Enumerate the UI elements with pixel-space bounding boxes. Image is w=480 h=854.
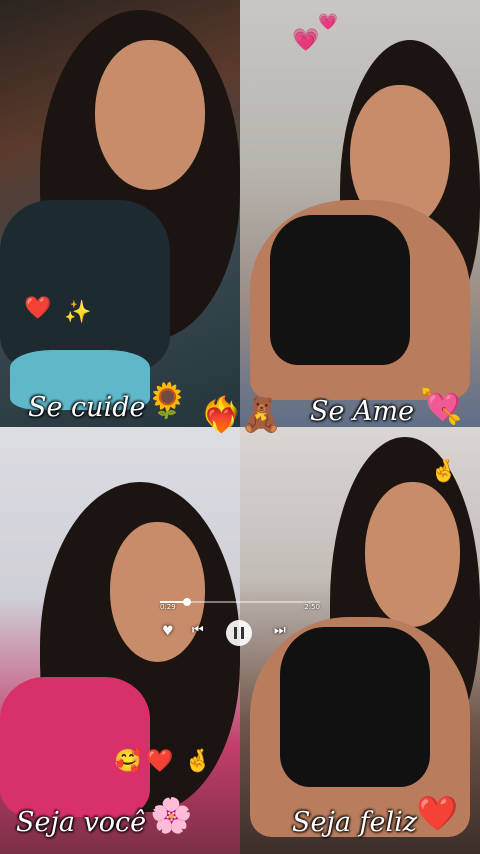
progress-knob[interactable] (183, 598, 192, 606)
progress-track[interactable] (160, 598, 320, 606)
red-heart-emoji: ❤️ (416, 794, 459, 834)
next-icon[interactable]: ⏭ (274, 623, 286, 638)
total-time: 2:50 (304, 603, 320, 611)
teddy-bear-emoji: 🧸 (240, 395, 283, 435)
music-player: 0:29 2:50 ♥ ⏮ ⏭ (160, 598, 320, 648)
photo-panel-top-right: 💗 💗 Se Ame 💘 (240, 0, 480, 427)
shirt-shape (0, 200, 170, 370)
pink-heart-emoji: 💗 (318, 12, 338, 31)
face-shape (95, 40, 205, 190)
previous-icon[interactable]: ⏮ (192, 623, 204, 638)
photo-panel-top-left: ❤️ ✨ Se cuide 🌻 (0, 0, 240, 427)
sparkles-emoji: ✨ (64, 300, 92, 325)
heart-emoji: ❤️ (146, 749, 174, 774)
pink-top-shape (0, 677, 150, 817)
caption-seja-voce: Seja você (16, 807, 147, 838)
pink-heart-emoji: 💗 (292, 28, 320, 53)
heart-icon[interactable]: ♥ (162, 624, 174, 639)
smiling-hearts-emoji: 🥰 (114, 749, 142, 774)
cherry-blossom-emoji: 🌸 (150, 796, 193, 836)
face-shape (365, 482, 460, 627)
elapsed-time: 0:29 (160, 603, 176, 611)
caption-seja-feliz: Seja feliz (292, 807, 417, 838)
heart-on-fire-emoji: ❤️‍🔥 (200, 395, 243, 435)
black-top-shape (280, 627, 430, 787)
pause-icon[interactable] (226, 620, 252, 646)
heart-emoji: ❤️ (24, 296, 52, 321)
sunflower-emoji: 🌻 (146, 381, 189, 421)
black-top-shape (270, 215, 410, 365)
crossed-fingers-emoji: 🤞 (184, 749, 212, 774)
caption-se-cuide: Se cuide (28, 392, 146, 423)
crossed-fingers-emoji: 🤞 (430, 459, 458, 484)
heart-arrow-emoji: 💘 (420, 387, 463, 427)
caption-se-ame: Se Ame (310, 396, 415, 427)
